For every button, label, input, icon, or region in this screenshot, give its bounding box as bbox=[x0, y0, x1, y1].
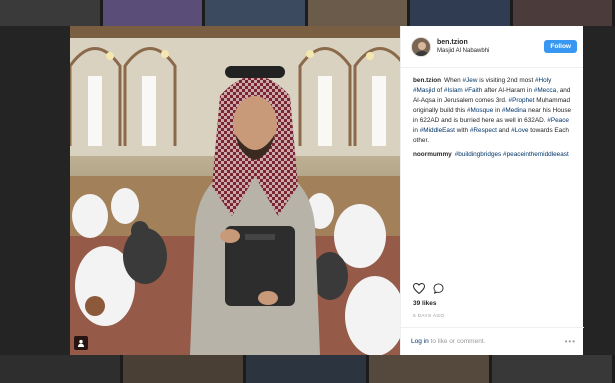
caption-fragment: is visiting 2nd most bbox=[477, 77, 535, 84]
avatar[interactable] bbox=[411, 36, 431, 57]
background-tile bbox=[0, 0, 100, 26]
caption-fragment: with bbox=[454, 127, 470, 134]
background-tile bbox=[102, 0, 202, 26]
background-left bbox=[0, 26, 70, 355]
background-tile bbox=[369, 355, 489, 383]
man-in-keffiyeh-illustration bbox=[190, 66, 320, 355]
avatar-image bbox=[412, 37, 430, 56]
login-prompt-text: to like or comment. bbox=[428, 338, 486, 345]
comment: noormummy #buildingbridges #peaceinthemid… bbox=[413, 150, 573, 160]
caption-fragment: of bbox=[435, 87, 444, 94]
post-modal: ben.tzion Masjid Al Nabawbhi Follow ben.… bbox=[70, 26, 584, 355]
heart-glyph bbox=[412, 282, 426, 295]
heart-icon[interactable] bbox=[412, 281, 426, 299]
header-text: ben.tzion Masjid Al Nabawbhi bbox=[437, 39, 544, 54]
background-collage-top bbox=[0, 0, 615, 26]
background-tile bbox=[205, 0, 305, 26]
caption-fragment: When bbox=[444, 77, 463, 84]
person-tag-icon[interactable] bbox=[74, 336, 88, 350]
follow-button[interactable]: Follow bbox=[544, 40, 577, 53]
caption-fragment: in bbox=[493, 107, 502, 114]
hashtag-link[interactable]: #MiddleEast bbox=[420, 127, 455, 134]
hashtag-link[interactable]: #buildingbridges bbox=[455, 151, 502, 158]
hashtag-link[interactable]: #Peace bbox=[547, 117, 569, 124]
background-tile bbox=[246, 355, 366, 383]
location-link[interactable]: Masjid Al Nabawbhi bbox=[437, 48, 544, 54]
person-tag-glyph bbox=[78, 339, 84, 347]
background-tile bbox=[123, 355, 243, 383]
hashtag-link[interactable]: #Masjid bbox=[413, 87, 435, 94]
caption: ben.tzion When #Jew is visiting 2nd most … bbox=[413, 76, 573, 146]
comment-username[interactable]: noormummy bbox=[413, 151, 452, 158]
comments-area: ben.tzion When #Jew is visiting 2nd most … bbox=[401, 68, 583, 160]
hashtag-link[interactable]: #Mecca bbox=[534, 87, 556, 94]
background-collage-bottom bbox=[0, 355, 615, 383]
comment-glyph bbox=[433, 283, 444, 294]
hashtag-link[interactable]: #Prophet bbox=[509, 97, 535, 104]
post-sidebar: ben.tzion Masjid Al Nabawbhi Follow ben.… bbox=[400, 26, 584, 355]
post-photo[interactable] bbox=[70, 26, 400, 355]
comment-icon[interactable] bbox=[433, 281, 444, 299]
hashtag-link[interactable]: #Mosque bbox=[467, 107, 493, 114]
username-link[interactable]: ben.tzion bbox=[437, 39, 544, 46]
login-prompt: Log in to like or comment. bbox=[411, 338, 485, 345]
comment-text: #buildingbridges #peaceinthemiddleeast bbox=[455, 151, 569, 158]
hashtag-link[interactable]: #Respect bbox=[470, 127, 497, 134]
background-tile bbox=[0, 355, 120, 383]
caption-username[interactable]: ben.tzion bbox=[413, 77, 441, 84]
login-link[interactable]: Log in bbox=[411, 338, 429, 345]
background-tile bbox=[492, 355, 612, 383]
caption-text: When #Jew is visiting 2nd most #Holy #Ma… bbox=[413, 77, 571, 144]
caption-fragment: and bbox=[496, 127, 512, 134]
more-options-icon[interactable]: ••• bbox=[565, 337, 576, 346]
background-tile bbox=[307, 0, 407, 26]
post-header: ben.tzion Masjid Al Nabawbhi Follow bbox=[401, 26, 583, 68]
caption-fragment: in bbox=[413, 127, 420, 134]
post-timestamp: 5 DAYS AGO bbox=[413, 314, 445, 319]
hashtag-link[interactable]: #Jew bbox=[463, 77, 478, 84]
like-count[interactable]: 39 likes bbox=[413, 300, 437, 307]
hashtag-link[interactable]: #Medina bbox=[502, 107, 527, 114]
hashtag-link[interactable]: #Islam bbox=[444, 87, 463, 94]
caption-fragment: after Al-Haram in bbox=[482, 87, 534, 94]
background-tile bbox=[410, 0, 510, 26]
background-tile bbox=[512, 0, 612, 26]
hashtag-link[interactable]: #peaceinthemiddleeast bbox=[503, 151, 569, 158]
background-right bbox=[583, 26, 615, 355]
hashtag-link[interactable]: #Holy bbox=[535, 77, 551, 84]
action-bar bbox=[412, 281, 444, 299]
hashtag-link[interactable]: #Faith bbox=[465, 87, 483, 94]
hashtag-link[interactable]: #Love bbox=[511, 127, 528, 134]
post-footer: Log in to like or comment. ••• bbox=[401, 327, 584, 355]
